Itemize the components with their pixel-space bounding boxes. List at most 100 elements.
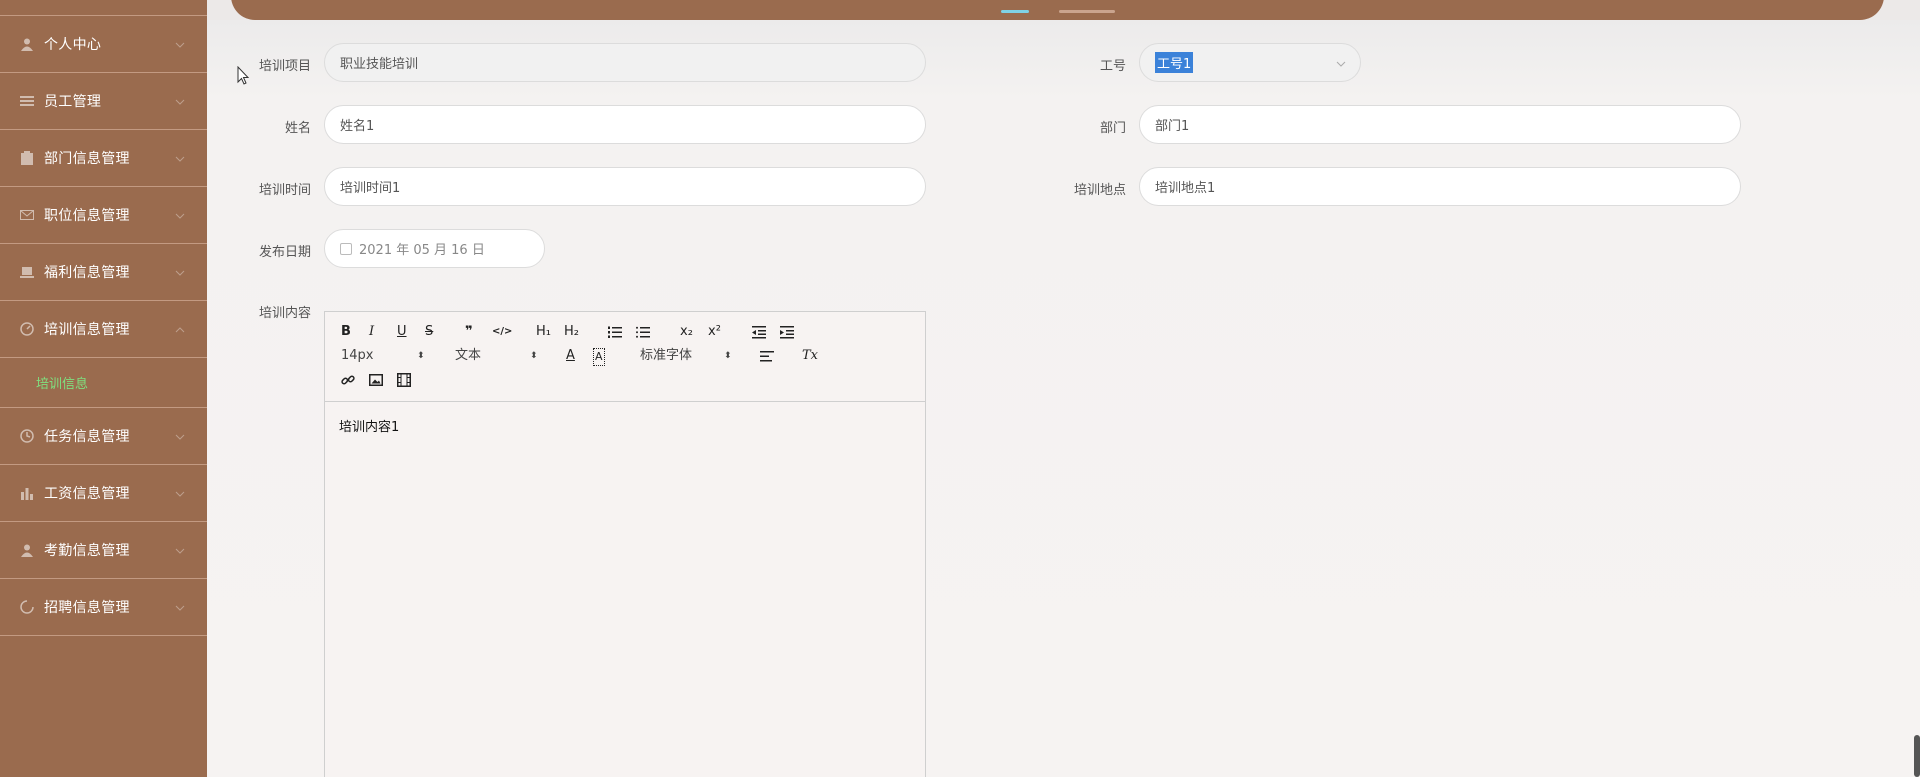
name-label: 姓名: [284, 121, 311, 136]
chevron-down-icon: [175, 152, 185, 162]
place-value: 培训地点1: [1155, 181, 1216, 196]
outdent-icon[interactable]: [752, 325, 766, 344]
superscript-button[interactable]: x²: [708, 324, 721, 340]
header-value: 文本: [455, 348, 482, 363]
bullet-list-icon[interactable]: [636, 325, 650, 344]
editor-content[interactable]: 培训内容1: [325, 402, 925, 449]
sidebar-item-department[interactable]: 部门信息管理: [0, 130, 207, 187]
chevron-down-icon: [175, 266, 185, 276]
chevron-down-icon: [175, 601, 185, 611]
sidebar-item-attendance[interactable]: 考勤信息管理: [0, 522, 207, 579]
background-color-button[interactable]: A: [593, 348, 605, 366]
chevron-down-icon: [175, 430, 185, 440]
chevron-down-icon: [175, 209, 185, 219]
dept-value: 部门1: [1155, 119, 1190, 134]
chevron-down-icon: [1336, 58, 1346, 68]
dept-field[interactable]: 部门1: [1139, 105, 1741, 144]
mouse-cursor-icon: [237, 65, 251, 86]
h1-button[interactable]: H₁: [536, 324, 551, 340]
header-select[interactable]: 文本: [455, 348, 481, 364]
link-icon[interactable]: [341, 373, 355, 392]
h2-button[interactable]: H₂: [564, 324, 579, 340]
person-icon: [20, 37, 34, 51]
sidebar-item-task[interactable]: 任务信息管理: [0, 408, 207, 465]
date-label: 发布日期: [258, 245, 311, 260]
chevron-down-icon: [175, 487, 185, 497]
underline-button[interactable]: U: [397, 324, 407, 340]
font-family-select[interactable]: 标准字体: [640, 348, 692, 364]
subscript-button[interactable]: x₂: [680, 324, 693, 340]
clipboard-icon: [20, 151, 34, 165]
font-color-button[interactable]: A: [566, 348, 575, 364]
place-field[interactable]: 培训地点1: [1139, 167, 1741, 206]
clock-icon: [20, 429, 34, 443]
code-button[interactable]: </>: [492, 324, 512, 340]
clear-format-button[interactable]: Tx: [802, 348, 818, 364]
breadcrumb: [1001, 10, 1131, 20]
content-value: 培训内容1: [339, 420, 400, 435]
sidebar-item-label: 员工管理: [44, 94, 102, 110]
sidebar-item-label: 个人中心: [44, 37, 102, 53]
sidebar-item-label: 招聘信息管理: [44, 600, 130, 616]
time-label: 培训时间: [258, 183, 311, 198]
time-value: 培训时间1: [340, 181, 401, 196]
time-field[interactable]: 培训时间1: [324, 167, 926, 206]
sidebar-subitem-training-info[interactable]: 培训信息: [0, 358, 207, 408]
breadcrumb-bar: [231, 0, 1884, 20]
chevron-down-icon: [175, 95, 185, 105]
sidebar-item-position[interactable]: 职位信息管理: [0, 187, 207, 244]
project-value: 职业技能培训: [340, 57, 419, 72]
name-value: 姓名1: [340, 119, 375, 134]
spinner-icon: [20, 600, 34, 614]
chevron-down-icon: [175, 544, 185, 554]
font-size-arrows: ⬍: [417, 351, 425, 361]
sidebar-item-label: 任务信息管理: [44, 429, 130, 445]
ordered-list-icon[interactable]: [608, 325, 622, 344]
bold-button[interactable]: B: [341, 324, 351, 340]
date-value: 2021 年 05 月 16 日: [359, 243, 485, 258]
font-size-select[interactable]: 14px: [341, 348, 374, 364]
project-label: 培训项目: [258, 59, 311, 74]
sidebar-item-label: 考勤信息管理: [44, 543, 130, 559]
sidebar-item-personal-center[interactable]: 个人中心: [0, 16, 207, 73]
chevron-down-icon: [175, 38, 185, 48]
chevron-up-icon: [175, 323, 185, 333]
sidebar-item-recruitment[interactable]: 招聘信息管理: [0, 579, 207, 636]
person-icon: [20, 543, 34, 557]
sidebar-item-salary[interactable]: 工资信息管理: [0, 465, 207, 522]
job-no-value: 工号1: [1155, 52, 1194, 73]
sidebar-item-label: 工资信息管理: [44, 486, 130, 502]
sidebar: 个人中心 员工管理 部门信息管理 职位信息管理 福利信息管理 培训信息管理 培训…: [0, 0, 207, 777]
image-icon[interactable]: [369, 373, 383, 392]
quote-button[interactable]: ❞: [465, 324, 473, 340]
sidebar-item-label: 职位信息管理: [44, 208, 130, 224]
sidebar-item-welfare[interactable]: 福利信息管理: [0, 244, 207, 301]
sidebar-item-label: 培训信息管理: [44, 322, 130, 338]
sidebar-item-label: 部门信息管理: [44, 151, 130, 167]
font-family-arrows: ⬍: [724, 351, 732, 361]
job-no-select[interactable]: 工号1: [1139, 43, 1361, 82]
rich-text-editor[interactable]: B I U S ❞ </> H₁ H₂ x₂ x² 14px ⬍ 文本 ⬍ A …: [324, 311, 926, 777]
align-icon[interactable]: [760, 349, 774, 368]
project-field[interactable]: 职业技能培训: [324, 43, 926, 82]
job-no-label: 工号: [1099, 59, 1126, 74]
bar-chart-icon: [20, 486, 34, 500]
editor-toolbar: B I U S ❞ </> H₁ H₂ x₂ x² 14px ⬍ 文本 ⬍ A …: [325, 312, 925, 402]
sidebar-item-employee[interactable]: 员工管理: [0, 73, 207, 130]
sidebar-item-training[interactable]: 培训信息管理: [0, 301, 207, 358]
date-picker[interactable]: 2021 年 05 月 16 日: [324, 229, 545, 268]
gauge-icon: [20, 322, 34, 336]
sidebar-item-label: 福利信息管理: [44, 265, 130, 281]
laptop-icon: [20, 265, 34, 279]
name-field[interactable]: 姓名1: [324, 105, 926, 144]
video-icon[interactable]: [397, 373, 411, 392]
italic-button[interactable]: I: [369, 324, 374, 340]
strike-button[interactable]: S: [425, 324, 433, 340]
calendar-icon: [340, 242, 352, 255]
page-scrollbar[interactable]: [1914, 735, 1920, 777]
sidebar-subitem-label: 培训信息: [36, 377, 89, 392]
list-icon: [20, 94, 34, 108]
indent-icon[interactable]: [780, 325, 794, 344]
sidebar-top: [0, 0, 207, 16]
content-label: 培训内容: [258, 306, 311, 321]
